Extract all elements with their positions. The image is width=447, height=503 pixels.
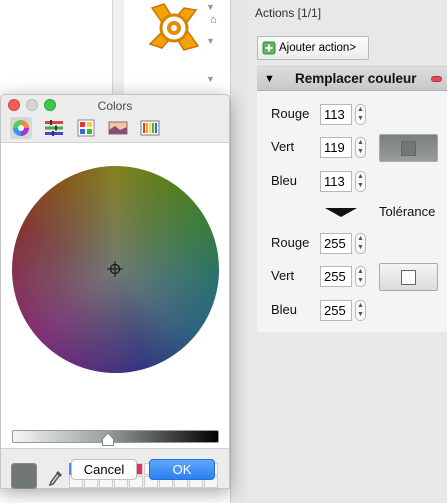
ok-button[interactable]: OK [149, 459, 215, 480]
current-color-swatch[interactable] [11, 463, 37, 489]
actions-panel: Actions [1/1] Ajouter action> ▼ Remplace… [247, 0, 447, 503]
tree-expand-icon[interactable]: ▼ [206, 74, 215, 84]
colors-window-title: Colors [97, 99, 133, 113]
field-label-red: Rouge [271, 106, 310, 121]
card-title: Remplacer couleur [295, 71, 417, 86]
pencils-icon[interactable] [139, 117, 161, 139]
green-input[interactable]: 119 [320, 137, 352, 158]
tol-green-input[interactable]: 255 [320, 266, 352, 287]
crosshair-icon[interactable] [107, 261, 123, 277]
background-scroll-strip [112, 0, 124, 100]
tol-green-stepper[interactable]: ▲ ▼ [355, 266, 366, 287]
tolerance-color-swatch [401, 270, 416, 285]
brightness-slider[interactable] [12, 430, 219, 443]
tol-label-blue: Bleu [271, 302, 298, 317]
tol-red-input[interactable]: 255 [320, 233, 352, 254]
replace-color-card: ▼ Remplacer couleur Rouge 113 ▲ ▼ Vert 11… [257, 66, 447, 332]
color-wheel-icon[interactable] [10, 117, 32, 139]
home-icon: ⌂ [210, 14, 217, 26]
brightness-slider-knob[interactable] [102, 433, 114, 446]
cancel-button[interactable]: Cancel [71, 459, 137, 480]
add-action-label: Ajouter action> [279, 42, 357, 54]
tolerance-label: Tolérance [379, 204, 436, 219]
tolerance-color-well[interactable] [379, 263, 438, 291]
color-wheel[interactable] [12, 166, 219, 373]
tol-label-red: Rouge [271, 235, 310, 250]
blue-input[interactable]: 113 [320, 171, 352, 192]
blue-stepper[interactable]: ▲ ▼ [355, 171, 366, 192]
color-wheel-area [1, 142, 229, 489]
green-stepper[interactable]: ▲ ▼ [355, 137, 366, 158]
tol-red-stepper[interactable]: ▲ ▼ [355, 233, 366, 254]
tree-expand-icon[interactable]: ▼ [206, 36, 215, 46]
splitter[interactable] [230, 0, 247, 503]
actions-title: Actions [1/1] [255, 6, 322, 20]
add-action-button[interactable]: Ajouter action> [257, 36, 369, 60]
colors-titlebar[interactable]: Colors [1, 95, 229, 117]
image-palettes-icon[interactable] [107, 117, 129, 139]
add-icon [262, 41, 276, 55]
palettes-icon[interactable] [75, 117, 97, 139]
source-color-well[interactable] [379, 134, 438, 162]
tree-expand-icon[interactable]: ▼ [206, 2, 215, 12]
tol-blue-input[interactable]: 255 [320, 300, 352, 321]
tol-blue-stepper[interactable]: ▲ ▼ [355, 300, 366, 321]
source-color-swatch [401, 141, 416, 156]
remove-action-icon[interactable] [431, 76, 442, 82]
red-input[interactable]: 113 [320, 104, 352, 125]
tolerance-triangle-icon [325, 208, 357, 217]
card-header[interactable]: ▼ Remplacer couleur [257, 67, 447, 91]
field-label-green: Vert [271, 139, 295, 154]
app-logo-icon [146, 0, 202, 72]
red-stepper[interactable]: ▲ ▼ [355, 104, 366, 125]
colors-window: Colors Cancel OK [0, 94, 230, 489]
field-label-blue: Bleu [271, 173, 298, 188]
eyedropper-icon[interactable] [48, 469, 64, 487]
sliders-icon[interactable] [43, 117, 65, 139]
tol-label-green: Vert [271, 268, 295, 283]
collapse-triangle-icon[interactable]: ▼ [264, 73, 275, 85]
